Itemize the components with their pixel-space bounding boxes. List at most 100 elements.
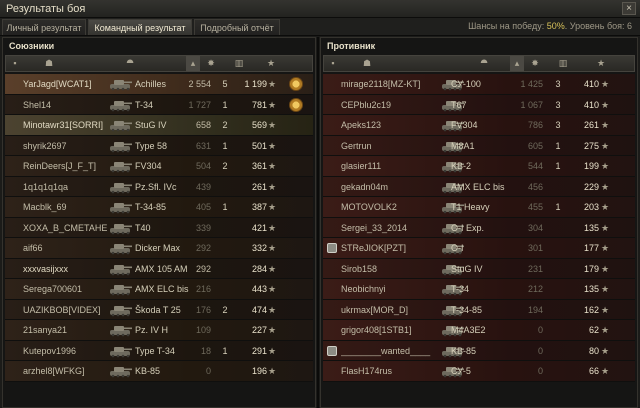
xp-value: 410 [583, 79, 599, 89]
player-row[interactable]: shyrik2697 Type 58 631 1 501 ★ [5, 135, 313, 156]
sort-arrow-icon[interactable]: ▴ [186, 56, 200, 71]
player-name[interactable]: Sergei_33_2014 [341, 218, 441, 238]
tank-icon [107, 241, 133, 255]
player-name[interactable]: STReJIOK[PZT] [341, 238, 441, 258]
player-row[interactable]: ________wanted____ KB-85 0 80 ★ [323, 340, 635, 361]
squad-column-icon[interactable]: ▪ [8, 56, 22, 71]
player-row[interactable]: aif66 Dicker Max 292 332 ★ [5, 238, 313, 259]
allies-list: YarJagd[WCAT1] Achilles 2 554 5 1 199 ★ Shel14… [5, 74, 313, 382]
medal-icon[interactable] [289, 77, 303, 91]
xp-value: 261 [583, 120, 599, 130]
tank-icon [107, 118, 133, 132]
player-row[interactable]: glasier111 KB-2 544 1 199 ★ [323, 156, 635, 177]
player-row[interactable]: STReJIOK[PZT] O-I 301 177 ★ [323, 238, 635, 259]
tank-icon [107, 344, 133, 358]
player-row[interactable]: ReinDeers[J_F_T] FV304 504 2 361 ★ [5, 156, 313, 177]
player-row[interactable]: XOXA_B_CMETAHE T40 339 421 ★ [5, 217, 313, 238]
squad-column-icon[interactable]: ▪ [326, 56, 340, 71]
player-name[interactable]: ukrmax[MOR_D] [341, 300, 441, 320]
player-row[interactable]: 1q1q1q1qa Pz.Sfl. IVc 439 261 ★ [5, 176, 313, 197]
tank-name: KB-2 [451, 161, 472, 171]
player-row[interactable]: Shel14 T-34 1 727 1 781 ★ [5, 94, 313, 115]
tab-detailed-report[interactable]: Подробный отчёт [194, 19, 280, 35]
player-row[interactable]: grigor408[1STB1] M4A3E2 0 62 ★ [323, 320, 635, 341]
player-name[interactable]: aif66 [23, 238, 119, 258]
kills-value [218, 259, 232, 279]
player-row[interactable]: ukrmax[MOR_D] T-34-85 194 162 ★ [323, 299, 635, 320]
tank-icon [107, 77, 133, 91]
player-row[interactable]: gekadn04m AMX ELC bis 456 229 ★ [323, 176, 635, 197]
player-row[interactable]: YarJagd[WCAT1] Achilles 2 554 5 1 199 ★ [5, 74, 313, 95]
tab-team-result[interactable]: Командный результат [88, 19, 192, 35]
player-name[interactable]: ________wanted____ [341, 341, 441, 361]
xp-value: 361 [251, 161, 267, 171]
player-name[interactable]: gekadn04m [341, 177, 441, 197]
player-row[interactable]: Gertrun M8A1 605 1 275 ★ [323, 135, 635, 156]
xp-column-icon[interactable]: ★ [594, 56, 608, 71]
player-row[interactable]: Minotawr31[SORRI] StuG IV 658 2 569 ★ [5, 115, 313, 136]
player-name[interactable]: glasier111 [341, 156, 441, 176]
player-name[interactable]: CEPblu2c19 [341, 95, 441, 115]
player-row[interactable]: Neobichnyi T-34 212 135 ★ [323, 279, 635, 300]
player-name[interactable]: Neobichnyi [341, 279, 441, 299]
player-name[interactable]: Kutepov1996 [23, 341, 119, 361]
player-name[interactable]: Serega700601 [23, 279, 119, 299]
player-name[interactable]: arzhel8[WFKG] [23, 361, 119, 381]
tank-column-icon[interactable]: ⯊ [110, 56, 150, 71]
player-name[interactable]: shyrik2697 [23, 136, 119, 156]
player-name[interactable]: mirage2118[MZ-KT] [341, 74, 441, 94]
player-row[interactable]: FlasH174rus СУ-5 0 66 ★ [323, 361, 635, 382]
kills-value [551, 177, 565, 197]
player-row[interactable]: CEPblu2c19 T67 1 067 3 410 ★ [323, 94, 635, 115]
player-row[interactable]: MOTOVOLK2 T1 Heavy 455 1 203 ★ [323, 197, 635, 218]
player-name[interactable]: Apeks123 [341, 115, 441, 135]
tank-name: T-34-85 [451, 304, 483, 315]
xp-value: 387 [251, 202, 267, 212]
player-row[interactable]: arzhel8[WFKG] KB-85 0 196 ★ [5, 361, 313, 382]
player-name[interactable]: XOXA_B_CMETAHE [23, 218, 119, 238]
player-row[interactable]: Kutepov1996 Type T-34 18 1 291 ★ [5, 340, 313, 361]
player-name[interactable]: Macblk_69 [23, 197, 119, 217]
player-name[interactable]: ReinDeers[J_F_T] [23, 156, 119, 176]
player-column-icon[interactable]: ☗ [360, 56, 374, 71]
player-row[interactable]: Macblk_69 T-34-85 405 1 387 ★ [5, 197, 313, 218]
player-row[interactable]: 21sanya21 Pz. IV H 109 227 ★ [5, 320, 313, 341]
kills-value: 3 [555, 120, 561, 130]
damage-column-icon[interactable]: ✸ [204, 56, 218, 71]
player-name[interactable]: xxxvasijxxx [23, 259, 119, 279]
player-name[interactable]: UAZIKBOB[VIDEX] [23, 300, 119, 320]
medal-icon[interactable] [289, 97, 303, 112]
close-button[interactable]: × [622, 2, 636, 15]
sort-arrow-icon[interactable]: ▴ [510, 56, 524, 71]
damage-column-icon[interactable]: ✸ [528, 56, 542, 71]
player-row[interactable]: UAZIKBOB[VIDEX] Škoda T 25 176 2 474 ★ [5, 299, 313, 320]
player-name[interactable]: 21sanya21 [23, 320, 119, 340]
kills-column-icon[interactable]: ▥ [556, 56, 570, 71]
player-row[interactable]: Apeks123 FV304 786 3 261 ★ [323, 115, 635, 136]
xp-star-icon: ★ [268, 120, 277, 130]
player-row[interactable]: mirage2118[MZ-KT] СУ-100 1 425 3 410 ★ [323, 74, 635, 95]
player-name[interactable]: 1q1q1q1qa [23, 177, 119, 197]
kills-column-icon[interactable]: ▥ [232, 56, 246, 71]
player-name[interactable]: MOTOVOLK2 [341, 197, 441, 217]
kills-value: 2 [222, 161, 228, 171]
player-name[interactable]: FlasH174rus [341, 361, 441, 381]
player-name[interactable]: grigor408[1STB1] [341, 320, 441, 340]
player-row[interactable]: Sirob158 StuG IV 231 179 ★ [323, 258, 635, 279]
kills-value: 1 [555, 202, 561, 212]
xp-column-icon[interactable]: ★ [264, 56, 278, 71]
player-row[interactable]: Serega700601 AMX ELC bis 216 443 ★ [5, 279, 313, 300]
player-name[interactable]: Minotawr31[SORRI] [23, 115, 119, 135]
player-name[interactable]: YarJagd[WCAT1] [23, 74, 119, 94]
player-name[interactable]: Gertrun [341, 136, 441, 156]
player-row[interactable]: xxxvasijxxx AMX 105 AM 292 284 ★ [5, 258, 313, 279]
tank-column-icon[interactable]: ⯊ [464, 56, 504, 71]
win-chances-value: 50% [546, 21, 565, 31]
tank-name: СУ-5 [451, 366, 471, 376]
player-name[interactable]: Sirob158 [341, 259, 441, 279]
enemies-list: mirage2118[MZ-KT] СУ-100 1 425 3 410 ★ CEPblu2… [323, 74, 635, 382]
player-row[interactable]: Sergei_33_2014 O-I Exp. 304 135 ★ [323, 217, 635, 238]
player-name[interactable]: Shel14 [23, 95, 119, 115]
tab-personal-result[interactable]: Личный результат [2, 19, 86, 35]
player-column-icon[interactable]: ☗ [42, 56, 56, 71]
